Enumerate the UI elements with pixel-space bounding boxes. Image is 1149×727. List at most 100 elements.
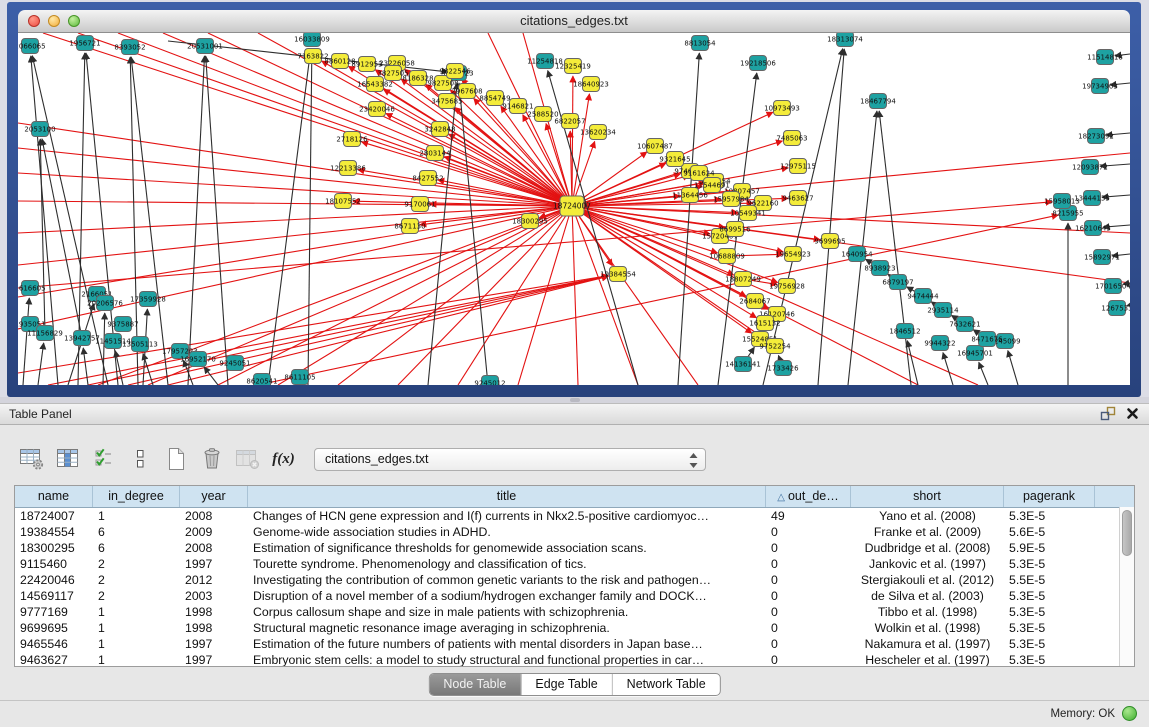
graph-node[interactable]: 1733426 (767, 361, 799, 376)
graph-node[interactable]: 18467794 (860, 94, 896, 109)
graph-node[interactable]: 17016504 (1095, 279, 1130, 294)
network-window-titlebar[interactable]: citations_edges.txt (18, 10, 1130, 33)
checklist-button[interactable] (90, 446, 117, 473)
column-header-in_degree[interactable]: in_degree (93, 486, 180, 507)
graph-node[interactable]: 6822057 (554, 114, 585, 129)
table-panel-title: Table Panel (0, 404, 1149, 424)
graph-node[interactable]: 9699695 (814, 234, 845, 249)
table-cell: de Silva et al. (2003) (851, 588, 1004, 604)
graph-node[interactable]: 1846512 (889, 324, 920, 339)
graph-node[interactable]: 8813054 (684, 36, 716, 51)
close-panel-icon[interactable] (1126, 407, 1139, 420)
minimize-window-button[interactable] (48, 15, 60, 27)
graph-node[interactable]: 20531001 (187, 39, 223, 54)
column-header-short[interactable]: short (851, 486, 1004, 507)
graph-node[interactable]: 19734903 (1082, 79, 1118, 94)
column-header-out_de[interactable]: △out_de… (766, 486, 851, 507)
graph-node[interactable]: 13620234 (580, 125, 616, 140)
table-row[interactable]: 1872400712008Changes of HCN gene express… (15, 508, 1134, 524)
graph-node[interactable]: 10607487 (637, 139, 673, 154)
graph-node[interactable]: 9245012 (474, 376, 505, 386)
row-height-button[interactable] (126, 446, 153, 473)
column-header-year[interactable]: year (180, 486, 248, 507)
graph-node[interactable]: 19654923 (775, 247, 811, 262)
graph-node[interactable]: 7632621 (949, 317, 980, 332)
graph-node[interactable]: 19218506 (740, 56, 776, 71)
tab-edge-table[interactable]: Edge Table (520, 674, 611, 695)
svg-text:20206576: 20206576 (87, 300, 123, 308)
graph-node[interactable]: 9944322 (924, 336, 955, 351)
close-window-button[interactable] (28, 15, 40, 27)
tab-network-table[interactable]: Network Table (612, 674, 720, 695)
column-header-pagerank[interactable]: pagerank (1004, 486, 1095, 507)
table-cell: Structural magnetic resonance image aver… (248, 620, 766, 636)
graph-node[interactable]: 16033809 (294, 33, 330, 47)
graph-node[interactable]: 9170061 (404, 197, 435, 212)
graph-node[interactable]: 16210643 (1075, 221, 1111, 236)
tab-node-table[interactable]: Node Table (429, 674, 520, 695)
zoom-window-button[interactable] (68, 15, 80, 27)
svg-text:15892971: 15892971 (1084, 254, 1120, 262)
delete-rows-button[interactable] (198, 446, 225, 473)
new-table-button[interactable] (162, 446, 189, 473)
graph-node[interactable]: 1640954 (841, 247, 873, 262)
table-row[interactable]: 2242004622012Investigating the contribut… (15, 572, 1134, 588)
graph-node[interactable]: 18313074 (827, 33, 863, 47)
table-cell: Changes of HCN gene expression and I(f) … (248, 508, 766, 524)
graph-node[interactable]: 23420046 (359, 102, 395, 117)
table-row[interactable]: 1938455462009Genome-wide association stu… (15, 524, 1134, 540)
svg-text:7485063: 7485063 (776, 135, 807, 143)
graph-node[interactable]: 8938923 (864, 261, 895, 276)
graph-node[interactable]: 12975115 (780, 159, 816, 174)
table-cell: Dudbridge et al. (2008) (851, 540, 1004, 556)
graph-node[interactable]: 16945701 (957, 346, 993, 361)
graph-node[interactable]: 3475685 (431, 94, 462, 109)
svg-text:2684067: 2684067 (739, 298, 770, 306)
graph-node[interactable]: 9474444 (907, 289, 939, 304)
float-panel-icon[interactable] (1100, 406, 1116, 421)
column-settings-button[interactable] (18, 446, 45, 473)
graph-node[interactable]: 18640923 (573, 77, 609, 92)
graph-node[interactable]: 2066065 (18, 39, 46, 54)
table-row[interactable]: 977716911998Corpus callosum shape and si… (15, 604, 1134, 620)
graph-node[interactable]: 18273092 (1078, 129, 1114, 144)
table-row[interactable]: 1830029562008Estimation of significance … (15, 540, 1134, 556)
function-builder-button[interactable]: f(x) (270, 446, 297, 473)
network-graph[interactable]: 2066065195672183930522053100116033809785… (18, 33, 1130, 385)
network-canvas[interactable]: 2066065195672183930522053100116033809785… (18, 33, 1130, 385)
graph-node[interactable]: 7485063 (776, 131, 807, 146)
scrollbar-thumb[interactable] (1122, 510, 1132, 556)
graph-node[interactable]: 19756928 (769, 279, 805, 294)
table-vertical-scrollbar[interactable] (1119, 507, 1134, 667)
graph-node[interactable]: 6879197 (882, 275, 913, 290)
graph-node[interactable]: 2718126 (336, 132, 368, 147)
table-row[interactable]: 1456911722003Disruption of a novel membe… (15, 588, 1134, 604)
graph-node[interactable]: 1956721 (69, 36, 100, 51)
table-row[interactable]: 969969511998Structural magnetic resonanc… (15, 620, 1134, 636)
select-column-button[interactable] (54, 446, 81, 473)
table-cell: 5.3E-5 (1004, 652, 1095, 667)
graph-node[interactable]: 12213386 (330, 161, 366, 176)
table-row[interactable]: 911546021997Tourette syndrome. Phenomeno… (15, 556, 1134, 572)
graph-node[interactable]: 8620541 (246, 374, 277, 386)
graph-node[interactable]: 14136141 (725, 357, 761, 372)
graph-node[interactable]: 2053100 (24, 122, 55, 137)
table-row[interactable]: 946362711997Embryonic stem cells: a mode… (15, 652, 1134, 667)
graph-node[interactable]: 11514818 (1087, 50, 1123, 65)
table-row[interactable]: 946554611997Estimation of the future num… (15, 636, 1134, 652)
table-cell: 22420046 (15, 572, 93, 588)
graph-node[interactable]: 19384554 (600, 267, 636, 282)
graph-node[interactable]: 1267533 (1101, 301, 1130, 316)
graph-node[interactable]: 18107552 (325, 194, 361, 209)
graph-node[interactable]: 10688809 (709, 249, 745, 264)
graph-node[interactable]: 15892971 (1084, 250, 1120, 265)
table-select-dropdown[interactable]: citations_edges.txt (314, 448, 706, 471)
splitter-handle-icon[interactable] (570, 398, 580, 402)
graph-node[interactable]: 2935114 (927, 303, 959, 318)
column-header-name[interactable]: name (15, 486, 93, 507)
graph-node[interactable]: 8611105 (284, 370, 315, 385)
graph-node[interactable]: 12093872 (1072, 160, 1108, 175)
svg-text:8215955: 8215955 (1052, 210, 1083, 218)
column-header-title[interactable]: title (248, 486, 766, 507)
svg-text:8471676: 8471676 (971, 336, 1003, 344)
